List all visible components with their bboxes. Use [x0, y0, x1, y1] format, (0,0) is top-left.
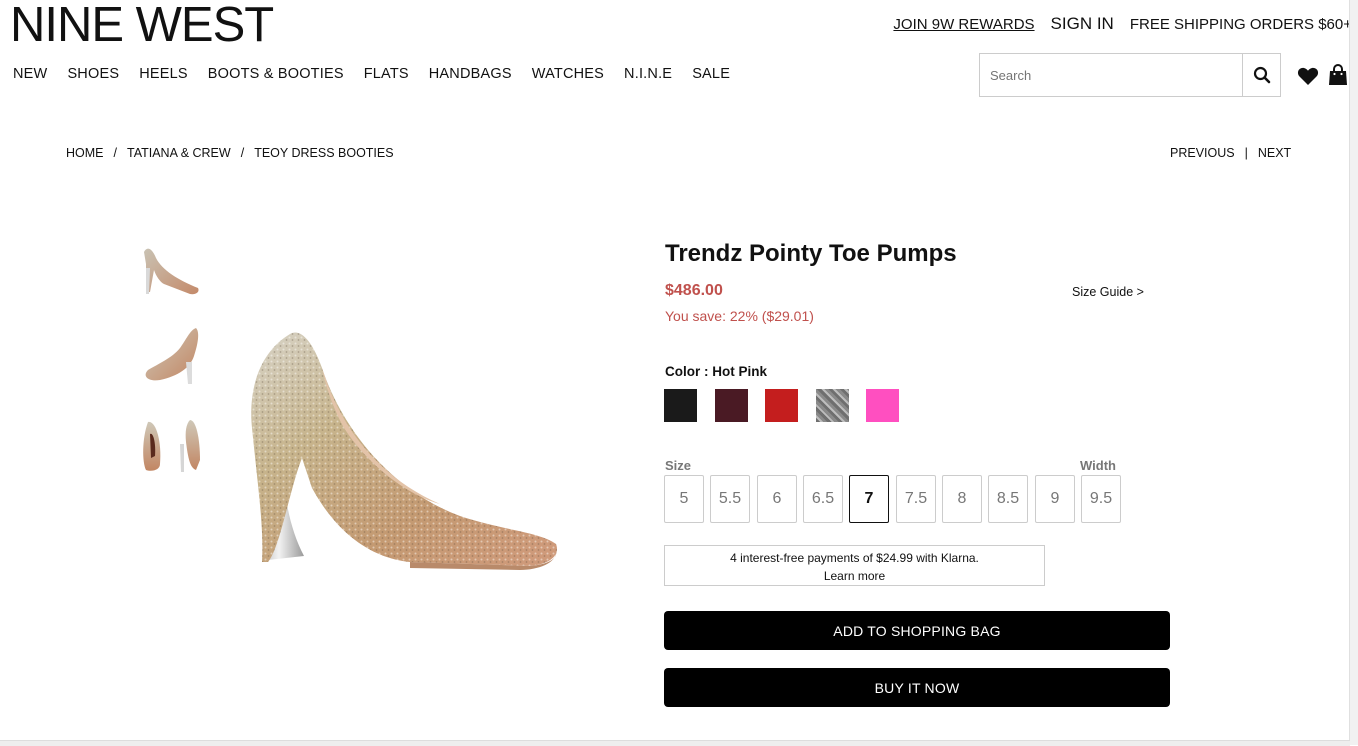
nav-item-boots[interactable]: BOOTS & BOOTIES — [208, 66, 344, 82]
shopping-bag-button[interactable] — [1328, 64, 1348, 91]
nav-item-heels[interactable]: HEELS — [139, 66, 188, 82]
swatch-red[interactable] — [765, 389, 798, 422]
wishlist-button[interactable] — [1297, 66, 1319, 91]
breadcrumb: HOME / TATIANA & CREW / TEOY DRESS BOOTI… — [66, 146, 394, 160]
size-option[interactable]: 8.5 — [988, 475, 1028, 523]
breadcrumb-home[interactable]: HOME — [66, 146, 104, 160]
breadcrumb-current[interactable]: TEOY DRESS BOOTIES — [254, 146, 393, 160]
rewards-link[interactable]: JOIN 9W REWARDS — [893, 16, 1034, 33]
nav-item-nine[interactable]: N.I.N.E — [624, 66, 672, 82]
size-option[interactable]: 5.5 — [710, 475, 750, 523]
signin-link[interactable]: SIGN IN — [1051, 14, 1114, 34]
pager-divider: | — [1244, 146, 1248, 160]
breadcrumb-separator: / — [240, 146, 245, 160]
shipping-promo[interactable]: FREE SHIPPING ORDERS $60+ — [1130, 16, 1352, 33]
product-thumbnail-2[interactable] — [138, 322, 206, 388]
klarna-learn-more-link[interactable]: Learn more — [665, 567, 1044, 585]
selected-color: Hot Pink — [712, 364, 768, 379]
size-option-selected[interactable]: 7 — [849, 475, 889, 523]
search-button[interactable] — [1242, 53, 1281, 97]
size-label: Size — [665, 458, 692, 473]
nav-item-handbags[interactable]: HANDBAGS — [429, 66, 512, 82]
product-main-image[interactable] — [240, 318, 570, 580]
previous-link[interactable]: PREVIOUS — [1170, 146, 1235, 160]
breadcrumb-separator: / — [113, 146, 117, 160]
size-option[interactable]: 7.5 — [896, 475, 936, 523]
search-box — [979, 53, 1243, 97]
add-to-bag-button[interactable]: ADD TO SHOPPING BAG — [664, 611, 1170, 650]
width-label[interactable]: Width — [1080, 458, 1116, 473]
savings-text: You save: 22% ($29.01) — [665, 308, 814, 324]
size-option[interactable]: 5 — [664, 475, 704, 523]
nav-item-shoes[interactable]: SHOES — [67, 66, 119, 82]
product-thumbnail-3[interactable] — [138, 412, 206, 478]
site-logo[interactable]: NINE WEST — [10, 0, 274, 50]
size-option[interactable]: 8 — [942, 475, 982, 523]
swatch-black[interactable] — [664, 389, 697, 422]
product-title: Trendz Pointy Toe Pumps — [665, 240, 957, 267]
swatch-glitter-silver[interactable] — [816, 389, 849, 422]
size-option[interactable]: 6.5 — [803, 475, 843, 523]
main-nav: NEW SHOES HEELS BOOTS & BOOTIES FLATS HA… — [13, 66, 730, 82]
heart-icon — [1297, 67, 1319, 85]
size-option[interactable]: 9 — [1035, 475, 1075, 523]
swatch-hot-pink[interactable] — [866, 389, 899, 422]
product-pager: PREVIOUS | NEXT — [1170, 146, 1291, 160]
klarna-message: 4 interest-free payments of $24.99 with … — [664, 545, 1045, 586]
bottom-divider — [0, 740, 1350, 746]
product-price: $486.00 — [665, 282, 723, 299]
scrollbar[interactable] — [1349, 0, 1358, 745]
next-link[interactable]: NEXT — [1258, 146, 1291, 160]
search-input[interactable] — [980, 54, 1242, 96]
size-option[interactable]: 6 — [757, 475, 797, 523]
breadcrumb-category[interactable]: TATIANA & CREW — [127, 146, 231, 160]
swatch-burgundy[interactable] — [715, 389, 748, 422]
nav-item-sale[interactable]: SALE — [692, 66, 730, 82]
bag-icon — [1329, 64, 1347, 85]
size-option[interactable]: 9.5 — [1081, 475, 1121, 523]
nav-item-flats[interactable]: FLATS — [364, 66, 409, 82]
nav-item-watches[interactable]: WATCHES — [532, 66, 604, 82]
buy-now-button[interactable]: BUY IT NOW — [664, 668, 1170, 707]
color-label-text: Color : — [665, 364, 713, 379]
top-links: JOIN 9W REWARDS SIGN IN FREE SHIPPING OR… — [893, 14, 1352, 34]
size-guide-link[interactable]: Size Guide > — [1072, 285, 1144, 299]
nav-item-new[interactable]: NEW — [13, 66, 47, 82]
product-thumbnail-1[interactable] — [138, 240, 206, 306]
color-label: Color : Hot Pink — [665, 364, 767, 379]
search-icon — [1253, 66, 1270, 84]
klarna-payments-text: 4 interest-free payments of $24.99 with … — [730, 551, 979, 565]
